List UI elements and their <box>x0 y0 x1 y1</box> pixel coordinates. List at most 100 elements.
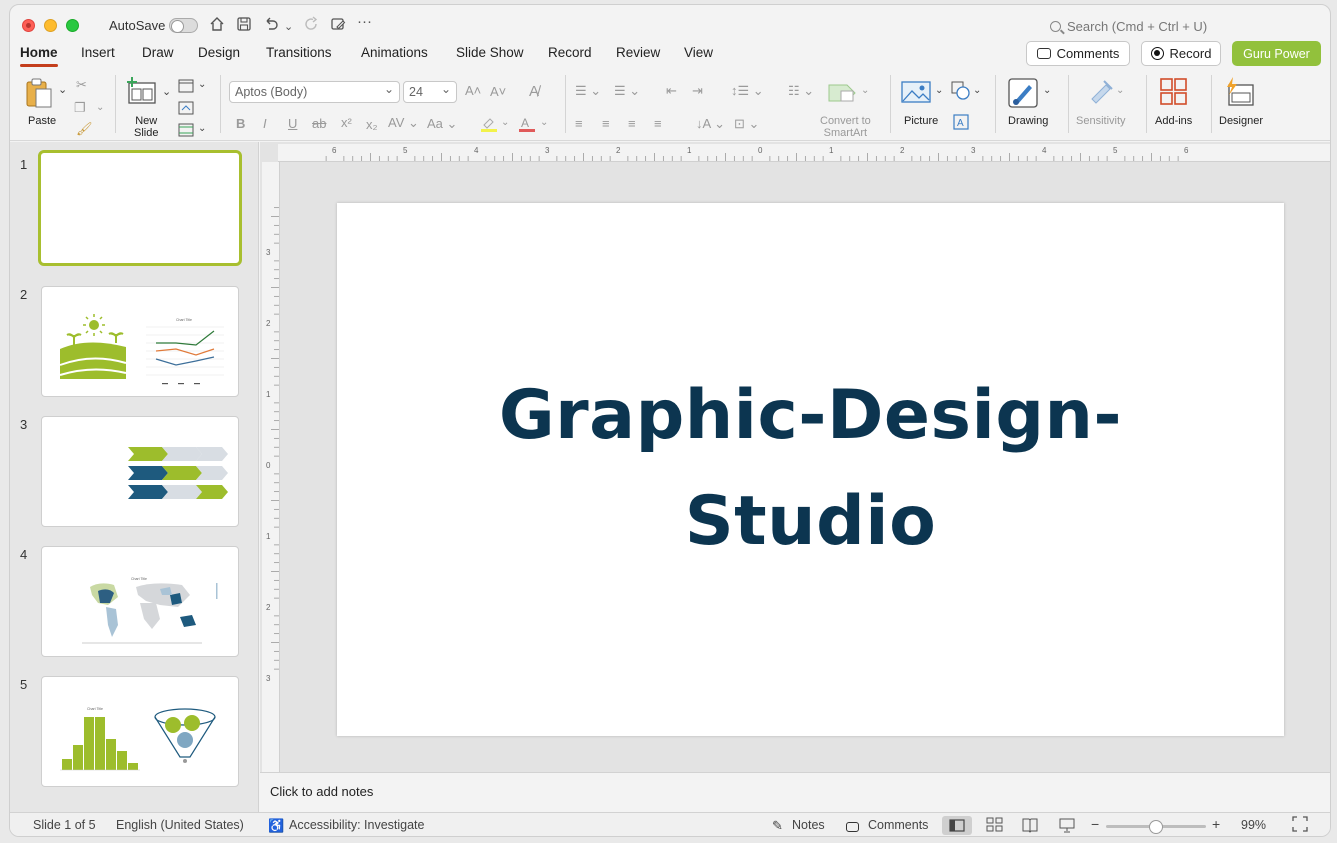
fit-to-window-icon[interactable] <box>1292 816 1308 835</box>
undo-dropdown-icon[interactable]: ⌄ <box>284 18 293 36</box>
autosave-toggle[interactable] <box>169 18 198 33</box>
zoom-in-button[interactable]: + <box>1212 816 1220 832</box>
designer-icon[interactable] <box>1223 77 1255 107</box>
decrease-indent-icon[interactable]: ⇤ <box>666 83 677 99</box>
vertical-ruler[interactable]: 3 2 1 0 1 2 3 <box>262 162 280 772</box>
picture-dropdown-icon[interactable]: ⌄ <box>935 85 943 96</box>
decrease-font-icon[interactable]: A˅ <box>490 84 506 99</box>
slide-thumbnail-5[interactable]: Chart Title <box>41 676 239 787</box>
tab-home[interactable]: Home <box>20 45 58 67</box>
change-case-icon[interactable]: Aa ⌄ <box>427 116 457 132</box>
guru-power-button[interactable]: Guru Power <box>1232 41 1321 66</box>
font-color-icon[interactable]: A <box>518 115 536 133</box>
increase-indent-icon[interactable]: ⇥ <box>692 83 703 99</box>
comments-toggle[interactable]: Comments <box>868 818 928 832</box>
comments-button[interactable]: Comments <box>1026 41 1130 66</box>
save-icon[interactable] <box>236 16 252 32</box>
align-right-icon[interactable]: ≡ <box>628 116 636 131</box>
notes-icon[interactable]: ✎ <box>772 818 783 834</box>
align-text-icon[interactable]: ⊡ ⌄ <box>734 116 759 132</box>
bold-icon[interactable]: B <box>236 116 245 131</box>
tab-slide-show[interactable]: Slide Show <box>456 45 524 60</box>
slide-show-button[interactable] <box>1058 816 1076 836</box>
home-icon[interactable] <box>209 16 225 32</box>
align-left-icon[interactable]: ≡ <box>575 116 583 131</box>
layout-dropdown-icon[interactable]: ⌄ <box>198 79 206 90</box>
drawing-icon[interactable] <box>1007 77 1039 109</box>
undo-icon[interactable] <box>263 16 279 32</box>
slide-sorter-button[interactable] <box>986 816 1004 836</box>
horizontal-ruler[interactable]: 6 5 4 3 2 1 0 1 2 3 4 5 6 <box>278 144 1330 162</box>
record-button[interactable]: Record <box>1141 41 1221 66</box>
zoom-out-button[interactable]: − <box>1091 816 1099 832</box>
notes-toggle[interactable]: Notes <box>792 818 825 832</box>
copy-dropdown-icon[interactable]: ⌄ <box>96 102 104 113</box>
numbering-icon[interactable]: ☰ ⌄ <box>614 83 640 99</box>
tab-draw[interactable]: Draw <box>142 45 174 60</box>
accessibility-status[interactable]: Accessibility: Investigate <box>289 818 424 832</box>
zoom-window-button[interactable] <box>66 19 79 32</box>
language-status[interactable]: English (United States) <box>116 818 244 832</box>
normal-view-button[interactable] <box>942 816 972 835</box>
format-painter-icon[interactable]: 🖌 <box>76 121 93 137</box>
slide-thumbnail-4[interactable]: Chart Title <box>41 546 239 657</box>
zoom-level[interactable]: 99% <box>1241 818 1266 832</box>
sensitivity-icon[interactable] <box>1086 77 1116 107</box>
slide-thumbnail-2[interactable]: Chart Title <box>41 286 239 397</box>
increase-font-icon[interactable]: A˄ <box>465 83 481 98</box>
reading-view-button[interactable] <box>1021 816 1039 836</box>
slide-title[interactable]: Graphic-Design- Studio <box>337 363 1284 575</box>
close-window-button[interactable] <box>22 19 35 32</box>
zoom-slider[interactable] <box>1106 820 1206 834</box>
slide-thumbnail-1[interactable] <box>38 150 242 266</box>
slide-thumbnails-panel[interactable]: 1 2 Chart Title 3 4 Chart Title 5 Chart … <box>10 142 259 812</box>
drawing-dropdown-icon[interactable]: ⌄ <box>1043 85 1051 96</box>
justify-icon[interactable]: ≡ <box>654 116 662 131</box>
reset-icon[interactable] <box>178 101 194 115</box>
sensitivity-dropdown-icon[interactable]: ⌄ <box>1116 85 1124 96</box>
add-ins-icon[interactable] <box>1159 77 1189 107</box>
superscript-icon[interactable]: x² <box>341 115 352 130</box>
align-center-icon[interactable]: ≡ <box>602 116 610 131</box>
underline-icon[interactable]: U <box>288 116 297 131</box>
more-icon[interactable]: ··· <box>357 13 372 31</box>
character-spacing-icon[interactable]: AV ⌄ <box>388 115 419 131</box>
clear-formatting-icon[interactable]: A̸ <box>529 83 539 100</box>
tab-review[interactable]: Review <box>616 45 660 60</box>
highlight-icon[interactable] <box>480 115 498 133</box>
new-slide-dropdown-icon[interactable]: ⌄ <box>162 85 171 98</box>
subscript-icon[interactable]: x₂ <box>366 117 378 132</box>
tab-animations[interactable]: Animations <box>361 45 428 60</box>
shapes-dropdown-icon[interactable]: ⌄ <box>973 85 981 96</box>
layout-icon[interactable] <box>178 79 194 93</box>
slide-thumbnail-3[interactable] <box>41 416 239 527</box>
section-icon[interactable] <box>178 123 194 137</box>
search-box[interactable]: Search (Cmd + Ctrl + U) <box>1050 19 1207 34</box>
italic-icon[interactable]: I <box>263 116 267 131</box>
minimize-window-button[interactable] <box>44 19 57 32</box>
copy-icon[interactable]: ❐ <box>74 100 86 116</box>
section-dropdown-icon[interactable]: ⌄ <box>198 123 206 134</box>
cut-icon[interactable]: ✂ <box>76 77 87 93</box>
bullets-icon[interactable]: ☰ ⌄ <box>575 83 601 99</box>
notes-pane[interactable]: Click to add notes <box>260 772 1330 812</box>
tab-design[interactable]: Design <box>198 45 240 60</box>
zoom-slider-thumb[interactable] <box>1149 820 1163 834</box>
tab-insert[interactable]: Insert <box>81 45 115 60</box>
new-slide-icon[interactable] <box>126 77 158 105</box>
font-size-select[interactable]: 24 <box>403 81 457 103</box>
font-name-select[interactable]: Aptos (Body) <box>229 81 400 103</box>
highlight-dropdown-icon[interactable]: ⌄ <box>501 117 509 128</box>
strikethrough-icon[interactable]: ab <box>312 116 326 131</box>
redo-icon[interactable] <box>304 16 320 32</box>
convert-smartart-icon[interactable] <box>827 81 859 105</box>
accessibility-icon[interactable]: ♿ <box>268 818 284 834</box>
font-color-dropdown-icon[interactable]: ⌄ <box>540 117 548 128</box>
paste-icon[interactable] <box>24 77 54 109</box>
tab-view[interactable]: View <box>684 45 713 60</box>
shapes-icon[interactable] <box>951 81 971 101</box>
tab-record[interactable]: Record <box>548 45 592 60</box>
picture-icon[interactable] <box>901 79 931 105</box>
slide-canvas[interactable]: Graphic-Design- Studio <box>337 203 1284 736</box>
paste-dropdown-icon[interactable]: ⌄ <box>58 83 67 96</box>
